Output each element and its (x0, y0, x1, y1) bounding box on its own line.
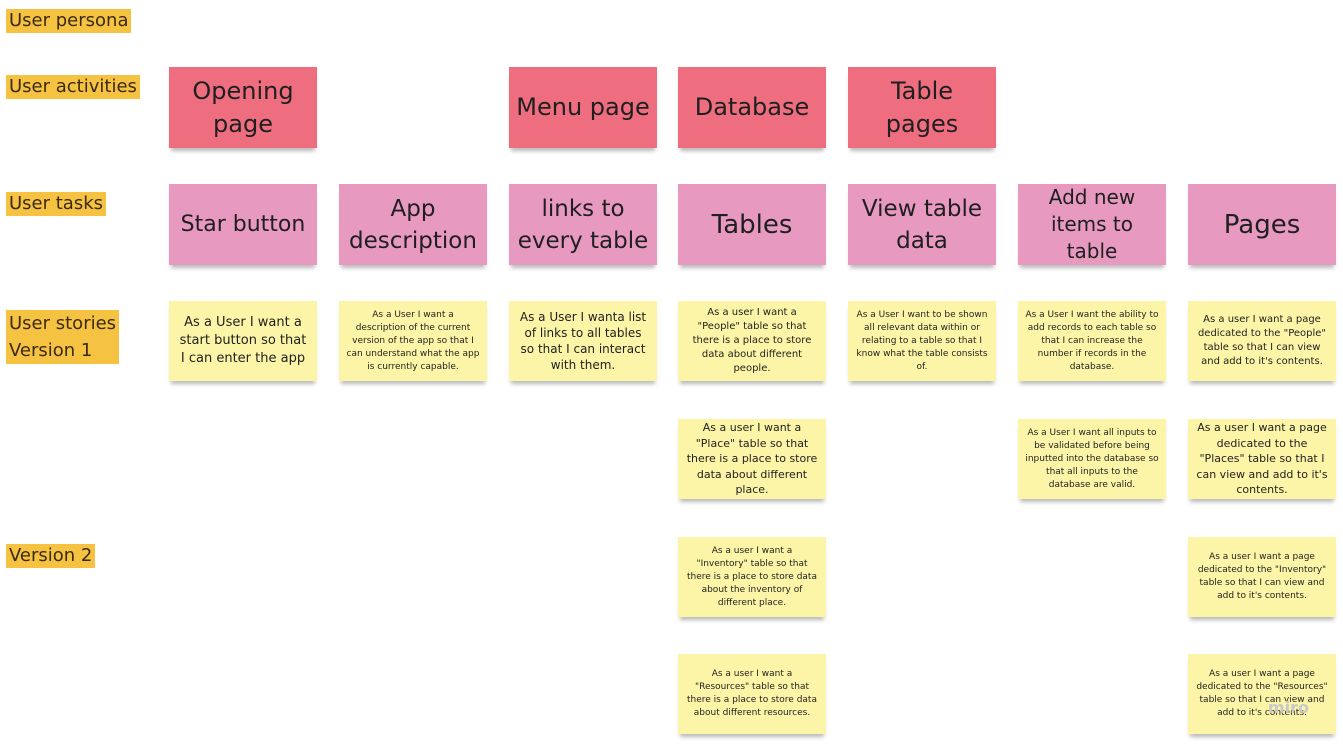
activity-opening-page[interactable]: Opening page (169, 67, 317, 148)
task-links-to-every-table[interactable]: links to every table (509, 184, 657, 265)
story-resources-page[interactable]: As a user I want a page dedicated to the… (1188, 654, 1336, 734)
task-view-table-data[interactable]: View table data (848, 184, 996, 265)
task-pages[interactable]: Pages (1188, 184, 1336, 265)
label-user-persona: User persona (6, 9, 132, 33)
story-inventory-table[interactable]: As a user I want a "Inventory" table so … (678, 537, 826, 617)
task-add-new-items[interactable]: Add new items to table (1018, 184, 1166, 265)
label-user-stories-version-1: User stories Version 1 (6, 310, 120, 364)
story-validate-inputs[interactable]: As a User I want all inputs to be valida… (1018, 419, 1166, 499)
story-resources-table[interactable]: As a user I want a "Resources" table so … (678, 654, 826, 734)
task-tables[interactable]: Tables (678, 184, 826, 265)
miro-watermark: miro (1268, 698, 1310, 717)
activity-table-pages[interactable]: Table pages (848, 67, 996, 148)
story-inventory-page[interactable]: As a user I want a page dedicated to the… (1188, 537, 1336, 617)
story-add-records[interactable]: As a User I want the ability to add reco… (1018, 301, 1166, 381)
label-version-2: Version 2 (6, 544, 96, 568)
story-links-to-tables[interactable]: As a User I wanta list of links to all t… (509, 301, 657, 381)
label-user-tasks: User tasks (6, 192, 107, 216)
story-start-button[interactable]: As a User I want a start button so that … (169, 301, 317, 381)
story-place-table[interactable]: As a user I want a "Place" table so that… (678, 419, 826, 499)
task-app-description[interactable]: App description (339, 184, 487, 265)
story-places-page[interactable]: As a user I want a page dedicated to the… (1188, 419, 1336, 499)
story-people-page[interactable]: As a user I want a page dedicated to the… (1188, 301, 1336, 381)
story-app-description[interactable]: As a User I want a description of the cu… (339, 301, 487, 381)
activity-menu-page[interactable]: Menu page (509, 67, 657, 148)
task-star-button[interactable]: Star button (169, 184, 317, 265)
story-people-table[interactable]: As a user I want a "People" table so tha… (678, 301, 826, 381)
story-view-table-data[interactable]: As a User I want to be shown all relevan… (848, 301, 996, 381)
activity-database[interactable]: Database (678, 67, 826, 148)
label-user-activities: User activities (6, 75, 140, 99)
